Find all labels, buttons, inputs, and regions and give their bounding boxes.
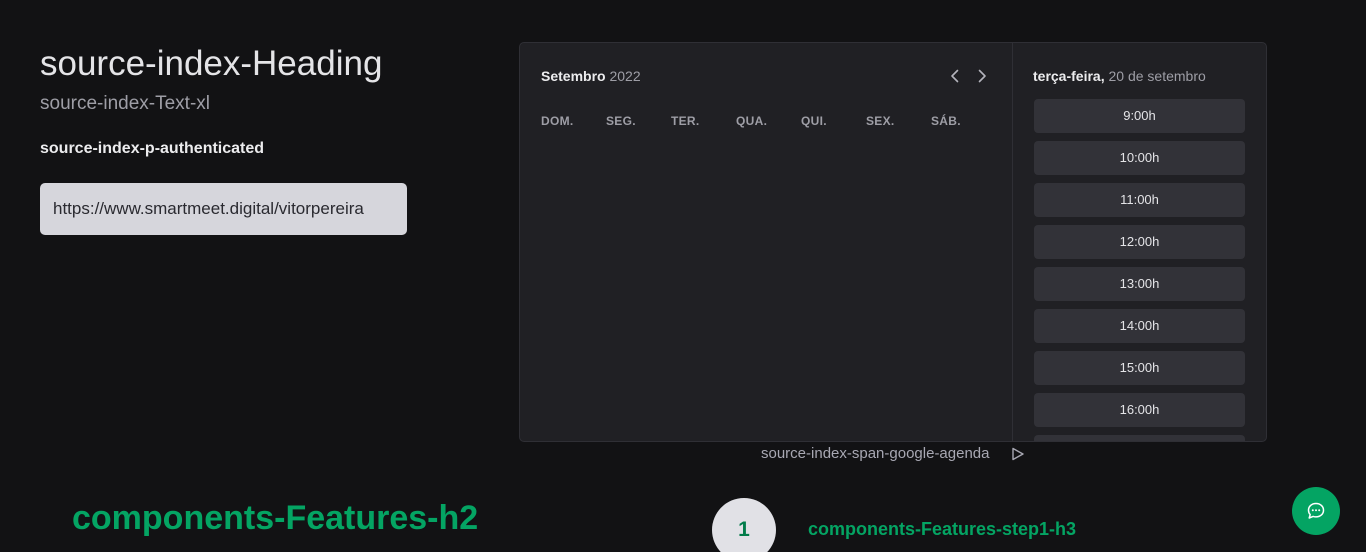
- step-heading: components-Features-step1-h3: [808, 519, 1077, 539]
- google-agenda-link[interactable]: source-index-span-google-agenda: [761, 444, 990, 464]
- scheduling-widget: Setembro 2022 DOM. SEG. TER. QUA. QUI. S…: [519, 42, 1267, 442]
- page-heading: source-index-Heading: [40, 44, 383, 83]
- time-slot-button[interactable]: 14:00h: [1034, 309, 1245, 343]
- time-slot-button[interactable]: 12:00h: [1034, 225, 1245, 259]
- selected-weekday: terça-feira,: [1033, 68, 1105, 84]
- time-slot-button[interactable]: 11:00h: [1034, 183, 1245, 217]
- chat-button[interactable]: [1292, 487, 1340, 535]
- chat-bubble-icon: [1307, 502, 1325, 519]
- time-slot-button[interactable]: 16:00h: [1034, 393, 1245, 427]
- selected-date-title: terça-feira, 20 de setembro: [1033, 67, 1206, 85]
- page: source-index-Heading source-index-Text-x…: [0, 0, 1366, 552]
- time-slots-pane: terça-feira, 20 de setembro 9:00h 10:00h 1…: [1013, 43, 1266, 441]
- booking-link-field[interactable]: https://www.smartmeet.digital/vitorperei…: [40, 183, 407, 235]
- time-slot-button[interactable]: 13:00h: [1034, 267, 1245, 301]
- time-slot-button[interactable]: 15:00h: [1034, 351, 1245, 385]
- time-slot-button[interactable]: 9:00h: [1034, 99, 1245, 133]
- page-subheading: source-index-Text-xl: [40, 93, 210, 114]
- selected-date: 20 de setembro: [1108, 68, 1206, 84]
- calendar-pane: Setembro 2022 DOM. SEG. TER. QUA. QUI. S…: [520, 43, 1012, 441]
- calendar-days-grid: 1234567891011121314151617181920212223242…: [520, 43, 1012, 441]
- features-heading: components-Features-h2: [72, 499, 479, 537]
- play-outline-icon[interactable]: [1010, 446, 1026, 462]
- time-slot-button[interactable]: 10:00h: [1034, 141, 1245, 175]
- authenticated-text: source-index-p-authenticated: [40, 140, 265, 157]
- time-slot-button[interactable]: 17:00h: [1034, 435, 1245, 441]
- step-number-badge: 1: [712, 498, 776, 552]
